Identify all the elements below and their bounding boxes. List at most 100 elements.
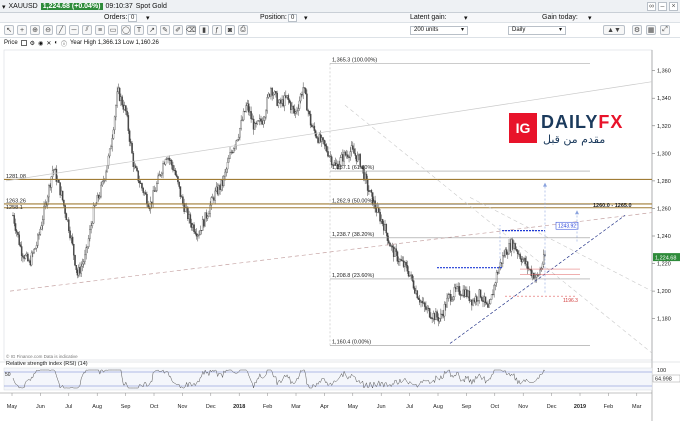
print-icon[interactable]: ⎙: [238, 25, 248, 35]
latent-gain-label: Latent gain:: [410, 14, 447, 21]
candle-body: [507, 253, 509, 255]
chart-canvas[interactable]: 1,180 1,200 1,220 1,240 1,260 1,280 1,300 1,320…: [0, 48, 680, 421]
layout-icon[interactable]: ▦: [646, 25, 656, 35]
chart-type-icon[interactable]: ▮: [199, 25, 209, 35]
candle-body: [454, 287, 457, 290]
position-count[interactable]: 0: [288, 14, 298, 22]
candle-body: [405, 262, 407, 266]
ellipse-tool-icon[interactable]: ◯: [121, 25, 131, 35]
latent-gain-menu-icon[interactable]: ▾: [464, 14, 468, 22]
eraser-icon[interactable]: ⌫: [186, 25, 196, 35]
candle-body: [76, 269, 79, 276]
orders-menu-icon[interactable]: ▾: [146, 14, 150, 22]
settings-icon[interactable]: ⚙: [30, 40, 35, 47]
candle-body: [515, 249, 518, 251]
candle-body: [165, 158, 168, 160]
expand-icon[interactable]: ⤢: [660, 25, 670, 35]
candle-body: [448, 294, 451, 296]
candle-body: [281, 99, 283, 104]
candle-body: [25, 253, 28, 256]
horizontal-line-icon[interactable]: ─: [69, 25, 79, 35]
x-tick-label: Nov: [518, 404, 528, 410]
rectangle-tool-icon[interactable]: ▭: [108, 25, 118, 35]
candle-body: [188, 214, 190, 220]
candle-body: [240, 120, 242, 129]
candle-body: [273, 91, 276, 95]
camera-icon[interactable]: ◙: [225, 25, 235, 35]
close-icon[interactable]: ✕: [46, 40, 51, 47]
candle-body: [495, 272, 498, 284]
clock-time: 09:10:37: [105, 3, 133, 10]
candle-body: [63, 199, 65, 206]
candle-body: [168, 157, 171, 161]
minimize-icon[interactable]: –: [658, 2, 667, 11]
candle-body: [86, 246, 89, 248]
channel-tool-icon[interactable]: ⫽: [82, 25, 92, 35]
candle-body: [456, 286, 458, 290]
eye-icon[interactable]: ◐: [54, 40, 58, 46]
arrow-tool-icon[interactable]: ↗: [147, 25, 157, 35]
brush-tool-icon[interactable]: ✐: [173, 25, 183, 35]
chart-toolbar: ↖ + ⊕ ⊖ ╱ ─ ⫽ ≡ ▭ ◯ T ↗ ✎ ✐ ⌫ ▮ ƒ ◙ ⎙ 20…: [0, 23, 680, 38]
candle-body: [235, 140, 237, 147]
properties-icon[interactable]: ◉: [38, 40, 43, 47]
candle-body: [508, 243, 510, 255]
gain-today-menu-icon[interactable]: ▾: [588, 14, 592, 22]
candle-body: [297, 108, 299, 111]
x-tick-label: 2018: [233, 404, 245, 410]
position-menu-icon[interactable]: ▾: [304, 14, 308, 22]
candle-body: [87, 238, 90, 248]
candle-body: [111, 138, 113, 148]
zoom-in-icon[interactable]: ⊕: [30, 25, 40, 35]
x-tick-label: Dec: [547, 404, 557, 410]
candle-body: [287, 95, 290, 101]
candle-body: [35, 245, 38, 249]
candle-body: [510, 239, 513, 252]
candle-body: [215, 186, 218, 192]
text-tool-icon[interactable]: T: [134, 25, 144, 35]
candle-body: [204, 212, 206, 227]
link-icon[interactable]: ∞: [647, 2, 656, 11]
candle-body: [426, 307, 428, 310]
x-tick-label: Mar: [291, 404, 301, 410]
candle-body: [322, 137, 324, 141]
pen-tool-icon[interactable]: ✎: [160, 25, 170, 35]
y-tick-label: 1,280: [657, 179, 671, 185]
candle-body: [431, 318, 433, 320]
fibonacci-icon[interactable]: ≡: [95, 25, 105, 35]
candle-body: [477, 300, 479, 302]
timeframe-select[interactable]: Daily ▾: [508, 26, 566, 35]
zoom-out-icon[interactable]: ⊖: [43, 25, 53, 35]
line-tool-icon[interactable]: ╱: [56, 25, 66, 35]
settings-icon[interactable]: ⚙: [632, 25, 642, 35]
candle-body: [130, 141, 132, 144]
candle-body: [321, 137, 323, 142]
orders-count[interactable]: 0: [128, 14, 138, 22]
candle-body: [59, 182, 61, 196]
candle-body: [511, 239, 514, 249]
candle-body: [200, 230, 203, 232]
price-chart[interactable]: 1,180 1,200 1,220 1,240 1,260 1,280 1,300 1,320…: [0, 48, 680, 421]
candle-body: [514, 243, 517, 250]
candle-body: [75, 265, 78, 270]
candle-body: [502, 255, 504, 264]
candle-body: [414, 288, 416, 294]
crosshair-icon[interactable]: +: [17, 25, 27, 35]
candle-body: [234, 145, 236, 149]
candle-body: [201, 219, 204, 231]
x-tick-label: Oct: [491, 404, 500, 410]
indicator-icon[interactable]: ƒ: [212, 25, 222, 35]
candle-body: [387, 240, 390, 244]
y-tick-label: 1,200: [657, 289, 671, 295]
units-select[interactable]: 200 units ▾: [410, 26, 468, 35]
title-bar: ▾ XAUUSD 1,224.68 (+0.04%) 09:10:37 Spot…: [0, 0, 680, 13]
chevron-down-icon: ▾: [460, 27, 464, 33]
pointer-icon[interactable]: ↖: [4, 25, 14, 35]
candle-body: [479, 289, 482, 298]
close-icon[interactable]: ×: [669, 2, 678, 11]
info-icon[interactable]: ⓘ: [61, 39, 67, 48]
x-tick-label: Nov: [178, 404, 188, 410]
chevron-down-icon[interactable]: ▾: [2, 3, 6, 11]
sentiment-chart-icon[interactable]: ▲▼: [603, 25, 625, 35]
visibility-checkbox[interactable]: [20, 40, 27, 46]
